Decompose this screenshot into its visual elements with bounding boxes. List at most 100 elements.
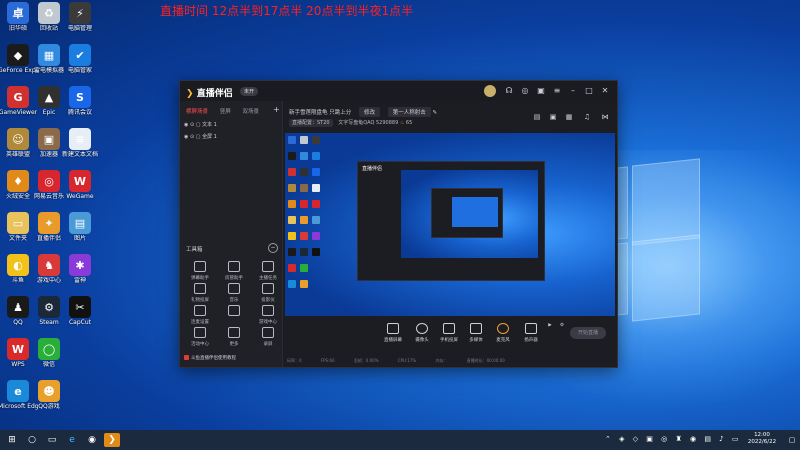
tab-dual-scene[interactable]: 双场景 [243, 109, 260, 115]
search-icon[interactable]: ○ [24, 433, 40, 447]
desktop-icon[interactable]: S 腾讯会议 [60, 86, 100, 116]
task-view-icon[interactable]: ▭ [44, 433, 60, 447]
live-companion-taskbar-icon[interactable]: ❯ [104, 433, 120, 447]
toolbox-item[interactable]: 更多 [219, 327, 249, 347]
desktop-icon[interactable]: ✱ 雷神 [60, 254, 100, 284]
app-icon: S [69, 86, 91, 108]
toolbox-item[interactable]: 游戏中心 [253, 305, 283, 325]
user-avatar[interactable] [484, 85, 496, 97]
menu-icon[interactable]: ≡ [552, 86, 562, 96]
category-select[interactable]: 第一人称射击 [387, 107, 431, 117]
phone-cast-button[interactable]: 手机投屏 [435, 323, 463, 343]
tool-icon [228, 283, 240, 294]
toolbox-collapse-button[interactable]: − [268, 243, 278, 253]
toolbox-item[interactable]: 主播任务 [253, 261, 283, 281]
desktop-icon[interactable]: ▤ 图片 [60, 212, 100, 242]
preview-icon [288, 232, 296, 240]
skin-icon[interactable]: ◎ [520, 86, 530, 96]
camera-button[interactable]: 摄像头 [408, 323, 436, 343]
app-icon: W [69, 170, 91, 192]
pencil-icon[interactable]: ✎ [433, 110, 438, 116]
gift-icon[interactable]: ▣ [536, 86, 546, 96]
desktop-icon[interactable]: W WeGame [60, 170, 100, 200]
minimize-icon[interactable]: – [568, 86, 578, 96]
toolbox-item[interactable]: 连麦设置 [185, 305, 215, 325]
eye-icon[interactable]: ◉ [184, 122, 188, 128]
source-row-fullscreen[interactable]: ◉ ⊙ ▢ 全屏 1 [184, 133, 217, 140]
eye-icon[interactable]: ◉ [184, 134, 188, 140]
room-info-bar: 新手雪莲限盘龟 只跳上分 修改 第一人称射击 ✎ 直播配置：ST20 文字写盘龟… [283, 101, 617, 133]
desktop-icon[interactable]: ⚡ 电脑管理 [60, 2, 100, 32]
start-live-button[interactable]: 开始直播 [570, 327, 606, 339]
lock-icon[interactable]: ⊙ [190, 122, 194, 128]
bell-icon[interactable]: ♫ [583, 113, 591, 121]
live-status-badge: 未开 [240, 87, 259, 96]
lock-icon[interactable]: ⊙ [190, 134, 194, 140]
fps: FPS:60 [320, 358, 335, 363]
desktop-icon-label: 微信 [42, 361, 55, 368]
clock[interactable]: 12:00 2022/6/22 [742, 432, 782, 446]
notification-icon[interactable]: ▢ [786, 433, 798, 447]
douyu-icon [184, 355, 189, 360]
status-bar: 码率：0 FPS:60 丢帧：0.00% CPU:17% 内存： 直播时长：00… [287, 358, 617, 364]
share-screen-icon[interactable]: ▣ [549, 113, 557, 121]
add-scene-icon[interactable]: + [273, 105, 280, 114]
maximize-icon[interactable]: □ [584, 86, 594, 96]
headset-icon[interactable]: ☊ [504, 86, 514, 96]
desktop-icon[interactable]: ✔ 电脑管家 [60, 44, 100, 74]
room-config-badge[interactable]: 直播配置：ST20 [289, 119, 333, 127]
desktop-icon-label: CapCut [68, 319, 92, 326]
desktop-icon[interactable]: ≡ 新建文本文档 [60, 128, 100, 158]
toolbox-item[interactable]: 活动中心 [185, 327, 215, 347]
box-icon[interactable]: ▦ [565, 113, 573, 121]
preview-icon [312, 216, 320, 224]
toolbox-item[interactable] [219, 305, 249, 319]
tutorial-link[interactable]: 斗鱼直播伴侣使用教程 [184, 355, 236, 361]
edit-title-button[interactable]: 修改 [359, 107, 381, 117]
tool-icon [228, 305, 240, 316]
bitrate: 码率：0 [287, 358, 302, 363]
toolbox-item[interactable]: 音乐 [219, 283, 249, 303]
speaker-button[interactable]: 扬声器 [517, 323, 545, 343]
taskbar: ⊞ ○ ▭ e ◉ ❯ ⌃ ◈ ◇ ▣ ◎ ♜ ◉ ▤ ♪ ▭ 12:00 20… [0, 430, 800, 450]
lock-icon[interactable]: ▤ [533, 113, 541, 121]
taskbar-app-icon[interactable]: ◉ [84, 433, 100, 447]
preview-icon [312, 232, 320, 240]
toolbox-item[interactable]: 录屏 [253, 327, 283, 347]
system-tray[interactable]: ⌃ ◈ ◇ ▣ ◎ ♜ ◉ ▤ ♪ ▭ [605, 435, 741, 443]
tab-landscape-scene[interactable]: 横屏场景 [186, 109, 208, 115]
tool-label: 投影仪 [261, 298, 275, 303]
room-title: 新手雪莲限盘龟 只跳上分 [289, 110, 352, 116]
app-icon: ▭ [7, 212, 29, 234]
edge-icon[interactable]: e [64, 433, 80, 447]
source-row-text[interactable]: ◉ ⊙ ▢ 文本 1 [184, 121, 217, 128]
toolbox-item[interactable]: 礼物投屏 [185, 283, 215, 303]
close-icon[interactable]: ✕ [600, 86, 610, 96]
screen-source-icon: ▢ [195, 134, 201, 140]
media-button[interactable]: 多媒体 [462, 323, 490, 343]
stream-preview[interactable]: 直播伴侣 [285, 133, 615, 316]
desktop-icon[interactable]: ✂ CapCut [60, 296, 100, 326]
live-duration: 直播时长：00:00:00 [466, 358, 505, 363]
desktop-icon-label: 新建文本文档 [61, 151, 98, 158]
app-icon: ≡ [69, 128, 91, 150]
toolbox-item[interactable]: 房管助手 [219, 261, 249, 281]
start-icon[interactable]: ⊞ [4, 433, 20, 447]
tool-label: 游戏中心 [259, 320, 277, 325]
screen-capture-button[interactable]: 直播屏幕 [379, 323, 407, 343]
toolbox-item[interactable]: 弹幕助手 [185, 261, 215, 281]
toolbox-item[interactable]: 投影仪 [253, 283, 283, 303]
desktop-icon[interactable]: ◯ 微信 [29, 338, 69, 368]
nested-app-logo: 直播伴侣 [362, 166, 383, 172]
preview-icon [300, 136, 308, 144]
preview-icon [288, 280, 296, 288]
share-icon[interactable]: ⋈ [601, 113, 609, 121]
microphone-button[interactable]: 麦克风 [489, 323, 517, 343]
settings-icon[interactable]: ⚙ [557, 323, 567, 328]
title-bar: ❯ 直播伴侣 未开 ☊ ◎ ▣ ≡ – □ ✕ [180, 81, 617, 101]
frame-drop: 丢帧：0.00% [353, 358, 379, 363]
source-label: 全屏 1 [202, 134, 217, 140]
desktop-icon[interactable]: ☻ QQ游戏 [29, 380, 69, 410]
tab-portrait-scene[interactable]: 竖屏 [220, 109, 231, 115]
record-icon[interactable]: ▶ [545, 323, 555, 328]
